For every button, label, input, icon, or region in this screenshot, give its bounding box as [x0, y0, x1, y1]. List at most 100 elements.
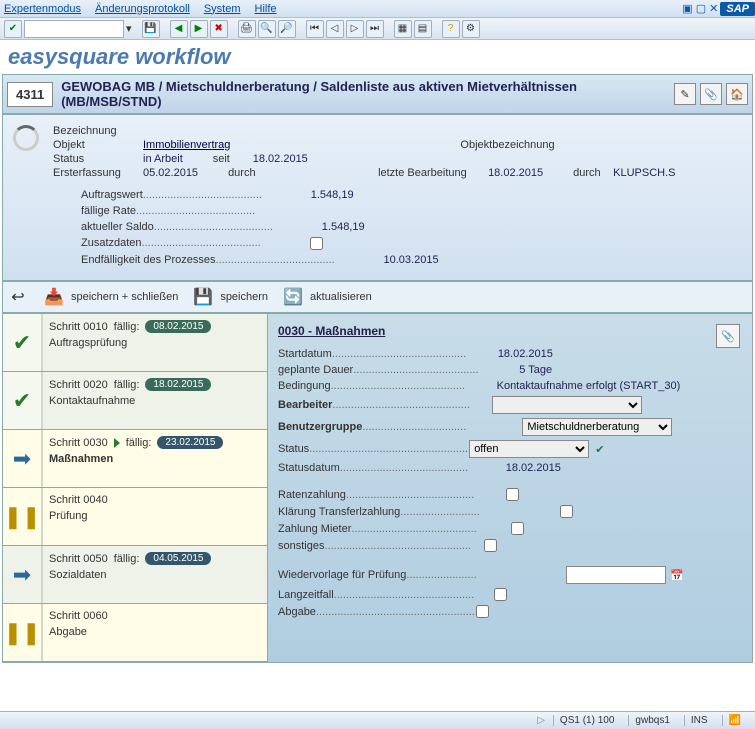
seit-value: 18.02.2015 [253, 153, 308, 165]
step-state-icon: ➡ [3, 546, 43, 603]
info-row-value: 10.03.2015 [384, 254, 439, 266]
home-icon[interactable]: 🏠 [726, 83, 748, 105]
step-date-badge: 18.02.2015 [145, 378, 211, 391]
step-item[interactable]: ✔Schritt 0020fällig:18.02.2015Kontaktauf… [3, 372, 267, 430]
statusdatum: 18.02.2015 [506, 462, 561, 474]
dropdown-icon[interactable]: ▾ [126, 22, 132, 35]
tb-find-icon[interactable]: 🔍 [258, 20, 276, 38]
info-row-label: Auftragswert [81, 189, 143, 201]
step-date-badge: 04.05.2015 [145, 552, 211, 565]
attachment-icon[interactable]: 📎 [700, 83, 722, 105]
wiedervorlage-input[interactable] [566, 566, 666, 584]
objekt-link[interactable]: Immobilienvertrag [143, 139, 230, 151]
attachment-icon[interactable]: 📎 [716, 324, 740, 348]
sonstiges-checkbox[interactable] [484, 539, 497, 552]
tb-last-icon[interactable]: ⏭ [366, 20, 384, 38]
tb-findnext-icon[interactable]: 🔎 [278, 20, 296, 38]
arrow-back-icon: ↩ [7, 286, 29, 308]
lbl-durch1: durch [228, 167, 268, 179]
tb-help-icon[interactable]: ? [442, 20, 460, 38]
step-number: Schritt 0020 [49, 379, 108, 391]
header-row: 4311 GEWOBAG MB / Mietschuldnerberatung … [2, 74, 753, 114]
nav-back-button[interactable]: ↩ [7, 286, 29, 308]
bearbeiter-select[interactable] [492, 396, 642, 414]
refresh-button[interactable]: 🔄aktualisieren [282, 286, 372, 308]
save-button[interactable]: 💾speichern [192, 286, 268, 308]
step-date-badge: 08.02.2015 [145, 320, 211, 333]
tb-ok-icon[interactable]: ✔ [4, 20, 22, 38]
dauer: 5 Tage [519, 364, 552, 376]
mieter-checkbox[interactable] [511, 522, 524, 535]
transfer-checkbox[interactable] [560, 505, 573, 518]
menu-aenderungsprotokoll[interactable]: Änderungsprotokoll [95, 3, 190, 15]
step-state-icon: ➡ [3, 430, 43, 487]
step-date-badge: 23.02.2015 [157, 436, 223, 449]
menu-expertenmodus[interactable]: Expertenmodus [4, 3, 81, 15]
lbl-ratenzahlung: Ratenzahlung [278, 489, 346, 501]
calendar-icon[interactable]: 📅 [670, 569, 684, 582]
tb-command-input[interactable] [24, 20, 124, 38]
lbl-objekt: Objekt [53, 139, 143, 151]
step-faellig-label: fällig: [114, 379, 140, 391]
lbl-durch2: durch [573, 167, 613, 179]
status-select[interactable]: offen [469, 440, 589, 458]
step-item[interactable]: ➡Schritt 0030fällig:23.02.2015Maßnahmen [3, 430, 267, 488]
lbl-wiedervorlage: Wiedervorlage für Prüfung [278, 569, 406, 581]
abgabe-checkbox[interactable] [476, 605, 489, 618]
save-label: speichern [220, 291, 268, 303]
status-ok-icon[interactable] [595, 443, 604, 456]
tb-layout-icon[interactable]: ▤ [414, 20, 432, 38]
info-row-label: Zusatzdaten [81, 237, 142, 250]
toolbar: ✔ ▾ 💾 ◀ ▶ ✖ 🖨 🔍 🔎 ⏮ ◁ ▷ ⏭ ▦ ▤ ? ⚙ [0, 18, 755, 40]
refresh-icon: 🔄 [282, 286, 304, 308]
gruppe-select[interactable]: Mietschuldnerberatung [522, 418, 672, 436]
statusbar: ▷ QS1 (1) 100 gwbqs1 INS 📶 [0, 711, 755, 729]
ratenzahlung-checkbox[interactable] [506, 488, 519, 501]
step-item[interactable]: ➡Schritt 0050fällig:04.05.2015Sozialdate… [3, 546, 267, 604]
lbl-sonstiges: sonstiges [278, 540, 324, 552]
zusatzdaten-checkbox[interactable] [310, 237, 323, 250]
menu-system[interactable]: System [204, 3, 241, 15]
menu-hilfe[interactable]: Hilfe [255, 3, 277, 15]
step-faellig-label: fällig: [126, 437, 152, 449]
lbl-ersterfassung: Ersterfassung [53, 167, 143, 179]
lbl-bezeichnung: Bezeichnung [53, 125, 143, 137]
edit-icon[interactable]: ✎ [674, 83, 696, 105]
step-item[interactable]: ❚❚Schritt 0060Abgabe [3, 604, 267, 662]
tb-back-icon[interactable]: ◀ [170, 20, 188, 38]
sb-system: QS1 (1) 100 [553, 715, 620, 726]
window-controls-icon[interactable]: ▣ ▢ ✕ [682, 2, 718, 15]
tb-fwd-icon[interactable]: ▶ [190, 20, 208, 38]
erf-durch [268, 167, 348, 179]
lbl-transfer: Klärung Transferlzahlung [278, 506, 400, 518]
tb-first-icon[interactable]: ⏮ [306, 20, 324, 38]
tb-next-icon[interactable]: ▷ [346, 20, 364, 38]
tb-prev-icon[interactable]: ◁ [326, 20, 344, 38]
sb-net-icon: 📶 [722, 715, 747, 726]
save-close-button[interactable]: 📥speichern + schließen [43, 286, 178, 308]
tb-settings-icon[interactable]: ⚙ [462, 20, 480, 38]
sb-ins: INS [684, 715, 714, 726]
status-value: in Arbeit [143, 153, 183, 165]
info-row-label: Endfälligkeit des Prozesses [81, 254, 216, 266]
bedingung: Kontaktaufnahme erfolgt (START_30) [497, 380, 681, 392]
step-name: Kontaktaufnahme [49, 395, 261, 407]
step-name: Auftragsprüfung [49, 337, 261, 349]
lbl-langzeitfall: Langzeitfall [278, 589, 334, 601]
step-item[interactable]: ✔Schritt 0010fällig:08.02.2015Auftragspr… [3, 314, 267, 372]
tb-new-icon[interactable]: ▦ [394, 20, 412, 38]
step-name: Abgabe [49, 626, 261, 638]
sb-tri-icon[interactable]: ▷ [537, 715, 545, 726]
step-name: Maßnahmen [49, 453, 261, 465]
step-item[interactable]: ❚❚Schritt 0040Prüfung [3, 488, 267, 546]
lbl-letzte: letzte Bearbeitung [378, 167, 488, 179]
lbl-bearbeiter: Bearbeiter [278, 399, 332, 411]
lbl-status: Status [53, 153, 143, 165]
tb-save-icon[interactable]: 💾 [142, 20, 160, 38]
step-name: Prüfung [49, 510, 261, 522]
tb-print-icon[interactable]: 🖨 [238, 20, 256, 38]
tb-cancel-icon[interactable]: ✖ [210, 20, 228, 38]
langzeitfall-checkbox[interactable] [494, 588, 507, 601]
play-icon [114, 438, 120, 448]
lbl-abgabe: Abgabe [278, 606, 316, 618]
